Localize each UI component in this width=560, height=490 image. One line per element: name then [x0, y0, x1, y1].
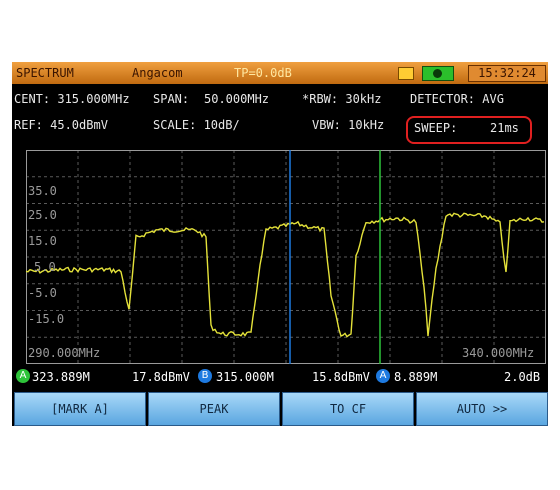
vbw-value: VBW: 10kHz: [312, 118, 385, 132]
marker-a-icon: A: [16, 369, 30, 383]
start-frequency: 290.000MHz: [28, 346, 101, 360]
reference-level: REF: 45.0dBmV: [14, 118, 108, 132]
analyzer-screen: SPECTRUM Angacom TP=0.0dB 15:32:24 CENT:…: [12, 62, 548, 426]
marker-a-frequency: 323.889M: [32, 370, 90, 384]
marker-b-icon: B: [198, 369, 212, 383]
spectrum-graph: [26, 150, 546, 364]
center-frequency: CENT: 315.000MHz: [14, 92, 130, 106]
span-value: 50.000MHz: [204, 92, 270, 106]
title-bar: SPECTRUM Angacom TP=0.0dB 15:32:24: [12, 62, 548, 84]
mark-a-button[interactable]: [MARK A]: [14, 392, 146, 426]
delta-level: 2.0dB: [504, 370, 541, 384]
y-tick-label: -15.0: [28, 312, 65, 326]
delta-frequency: 8.889M: [394, 370, 438, 384]
brand-label: Angacom: [132, 66, 183, 80]
sweep-value: 21ms: [490, 121, 519, 135]
marker-b-level: 15.8dBmV: [312, 370, 370, 384]
battery-icon: [422, 66, 454, 81]
scale-value: SCALE: 10dB/: [153, 118, 240, 132]
y-tick-label: -5.0: [28, 286, 57, 300]
y-tick-label: 5.0: [34, 260, 56, 274]
mode-label: SPECTRUM: [16, 66, 74, 80]
span-label: SPAN:: [153, 92, 190, 106]
rbw-value: *RBW: 30kHz: [302, 92, 382, 106]
spectrum-plot[interactable]: 35.0 25.0 15.0 5.0 -5.0 -15.0 290.000MHz…: [26, 150, 546, 364]
spectrum-trace: [26, 212, 545, 338]
softkey-bar: [MARK A] PEAK TO CF AUTO >>: [12, 392, 548, 426]
sweep-label: SWEEP:: [414, 121, 458, 135]
tilt-power-label: TP=0.0dB: [234, 66, 292, 80]
y-tick-label: 15.0: [28, 234, 57, 248]
delta-marker-icon: A: [376, 369, 390, 383]
clock: 15:32:24: [468, 65, 546, 82]
y-tick-label: 25.0: [28, 208, 57, 222]
detector-value: DETECTOR: AVG: [410, 92, 504, 106]
marker-b-frequency: 315.000M: [216, 370, 274, 384]
stop-frequency: 340.000MHz: [462, 346, 535, 360]
y-tick-label: 35.0: [28, 184, 57, 198]
to-cf-button[interactable]: TO CF: [282, 392, 414, 426]
marker-a-level: 17.8dBmV: [132, 370, 190, 384]
peak-button[interactable]: PEAK: [148, 392, 280, 426]
marker-readout-bar: A 323.889M 17.8dBmV B 315.000M 15.8dBmV …: [12, 366, 548, 388]
auto-button[interactable]: AUTO >>: [416, 392, 548, 426]
warning-icon: [398, 67, 414, 80]
